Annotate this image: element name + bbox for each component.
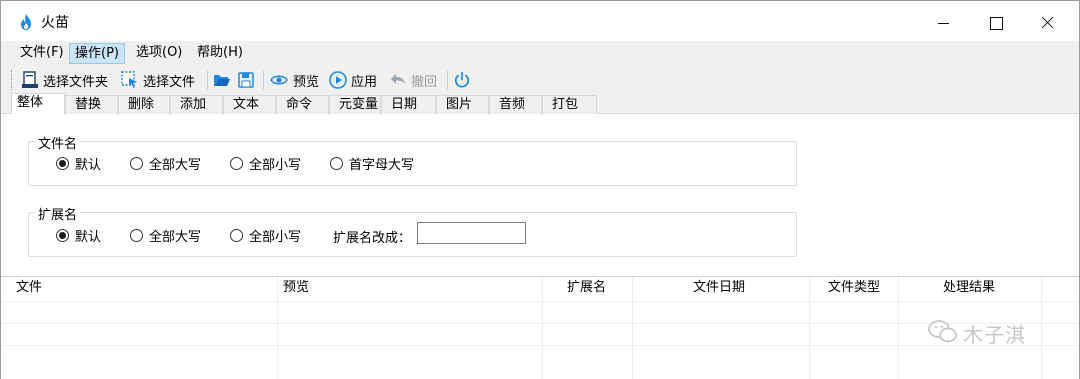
tab-pack[interactable]: 打包 <box>542 95 597 114</box>
tab-audio[interactable]: 音频 <box>489 95 542 114</box>
undo-button[interactable]: 撤回 <box>389 68 437 92</box>
close-button[interactable] <box>1033 9 1063 35</box>
extension-upper-radio[interactable]: 全部大写 <box>130 226 201 245</box>
column-header-extension[interactable]: 扩展名 <box>567 277 606 301</box>
column-divider[interactable] <box>542 277 543 379</box>
minimize-button[interactable] <box>929 9 959 35</box>
extension-group-label: 扩展名 <box>35 204 81 223</box>
column-divider[interactable] <box>632 277 633 379</box>
watermark-text: 木子淇 <box>963 323 1026 347</box>
eye-icon <box>270 75 288 85</box>
filename-capitalize-radio[interactable]: 首字母大写 <box>330 154 414 173</box>
power-button[interactable] <box>453 68 475 92</box>
tab-overall[interactable]: 整体 <box>11 93 65 115</box>
tab-text[interactable]: 文本 <box>223 95 276 114</box>
tab-metavariable[interactable]: 元变量 <box>329 95 381 114</box>
radio-unchecked-icon <box>130 229 143 242</box>
filename-lower-radio[interactable]: 全部小写 <box>230 154 301 173</box>
tab-replace[interactable]: 替换 <box>65 95 118 114</box>
title-bar: 火苗 <box>1 1 1079 41</box>
toolbar: 选择文件夹 选择文件 预览 应用 撤回 <box>1 65 1079 94</box>
radio-label: 首字母大写 <box>349 158 415 173</box>
radio-unchecked-icon <box>230 229 243 242</box>
column-divider[interactable] <box>277 277 278 379</box>
watermark: 木子淇 <box>919 313 1059 353</box>
play-icon <box>329 71 347 89</box>
preview-label: 预览 <box>293 74 320 90</box>
power-icon <box>454 71 470 88</box>
radio-unchecked-icon <box>330 157 343 170</box>
extension-change-input[interactable] <box>417 222 526 244</box>
tab-date[interactable]: 日期 <box>381 95 436 114</box>
open-button[interactable] <box>213 68 235 92</box>
overall-panel: 文件名 默认 全部大写 全部小写 首字母大写 扩展名 默认 全部大写 全部小写 … <box>1 114 1079 276</box>
toolbar-grip[interactable] <box>11 70 13 90</box>
radio-label: 全部大写 <box>149 230 202 245</box>
undo-icon <box>391 74 405 84</box>
radio-checked-icon <box>56 229 69 242</box>
maximize-button[interactable] <box>981 9 1011 35</box>
column-header-file[interactable]: 文件 <box>16 277 42 301</box>
extension-change-label: 扩展名改成： <box>333 231 412 246</box>
filename-group-label: 文件名 <box>35 133 81 152</box>
radio-unchecked-icon <box>130 157 143 170</box>
select-folder-button[interactable]: 选择文件夹 <box>21 68 108 92</box>
flame-icon <box>21 14 31 30</box>
column-divider[interactable] <box>809 277 810 379</box>
select-file-button[interactable]: 选择文件 <box>121 68 195 92</box>
apply-button[interactable]: 应用 <box>329 68 377 92</box>
extension-default-radio[interactable]: 默认 <box>56 226 101 245</box>
menu-operation[interactable]: 操作(P) <box>69 43 125 64</box>
toolbar-separator <box>447 71 448 89</box>
radio-checked-icon <box>56 157 69 170</box>
tab-delete[interactable]: 删除 <box>118 95 170 114</box>
file-table: 文件 预览 扩展名 文件日期 文件类型 处理结果 <box>1 276 1079 379</box>
column-header-preview[interactable]: 预览 <box>283 277 309 301</box>
select-file-label: 选择文件 <box>143 74 196 90</box>
preview-button[interactable]: 预览 <box>269 68 319 92</box>
column-header-file-date[interactable]: 文件日期 <box>693 277 745 301</box>
radio-label: 默认 <box>75 158 102 173</box>
extension-lower-radio[interactable]: 全部小写 <box>230 226 301 245</box>
undo-label: 撤回 <box>411 74 438 90</box>
save-icon <box>238 72 254 88</box>
window-title: 火苗 <box>41 15 69 31</box>
apply-label: 应用 <box>351 74 378 90</box>
radio-label: 全部大写 <box>149 158 202 173</box>
column-header-result[interactable]: 处理结果 <box>943 277 995 301</box>
filename-upper-radio[interactable]: 全部大写 <box>130 154 201 173</box>
toolbar-separator <box>263 71 264 89</box>
select-folder-label: 选择文件夹 <box>43 74 109 90</box>
menu-help[interactable]: 帮助(H) <box>192 43 248 64</box>
menu-bar: 文件(F) 操作(P) 选项(O) 帮助(H) <box>1 41 1079 65</box>
filename-default-radio[interactable]: 默认 <box>56 154 101 173</box>
tab-strip: 整体 替换 删除 添加 文本 命令 元变量 日期 图片 音频 打包 <box>1 93 1079 115</box>
table-row-line <box>1 323 1079 324</box>
column-header-file-type[interactable]: 文件类型 <box>828 277 880 301</box>
file-select-icon <box>121 71 137 88</box>
column-divider[interactable] <box>898 277 899 379</box>
app-window: 火苗 文件(F) 操作(P) 选项(O) 帮助(H) 选择文件夹 选择文件 预览… <box>0 0 1080 379</box>
table-header-divider <box>1 301 1079 302</box>
menu-options[interactable]: 选项(O) <box>131 43 187 64</box>
folder-select-icon <box>22 71 38 88</box>
radio-unchecked-icon <box>230 157 243 170</box>
table-row-line <box>1 345 1079 346</box>
menu-file[interactable]: 文件(F) <box>15 43 69 64</box>
save-button[interactable] <box>237 68 259 92</box>
radio-label: 默认 <box>75 230 102 245</box>
wechat-icon <box>928 320 957 343</box>
toolbar-separator <box>207 71 208 89</box>
radio-label: 全部小写 <box>249 158 302 173</box>
tab-command[interactable]: 命令 <box>276 95 329 114</box>
tab-add[interactable]: 添加 <box>170 95 223 114</box>
tab-image[interactable]: 图片 <box>436 95 489 114</box>
open-folder-icon <box>214 75 230 86</box>
radio-label: 全部小写 <box>249 230 302 245</box>
